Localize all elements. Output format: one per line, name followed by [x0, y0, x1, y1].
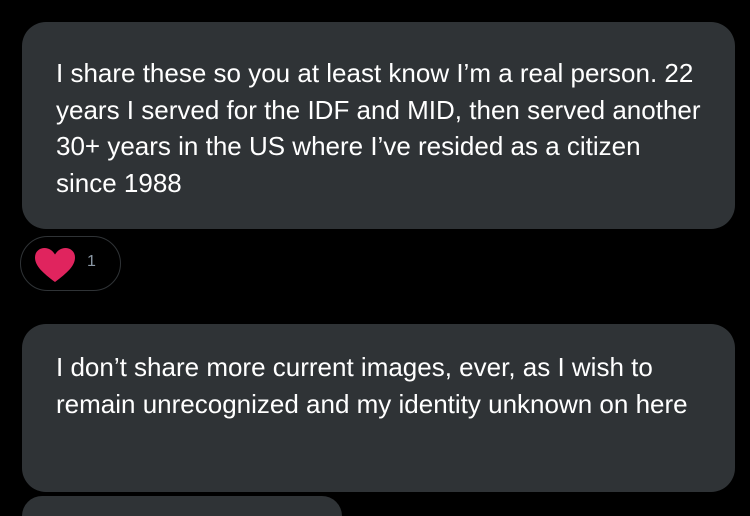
- reaction-count: 1: [87, 253, 96, 270]
- message-bubble[interactable]: I share these so you at least know I’m a…: [22, 22, 735, 229]
- message-bubble[interactable]: I don’t share more current images, ever,…: [22, 324, 735, 492]
- reaction-button[interactable]: 1: [20, 236, 121, 291]
- heart-icon: [35, 248, 75, 282]
- message-text: I don’t share more current images, ever,…: [56, 352, 688, 419]
- message-text: I share these so you at least know I’m a…: [56, 58, 701, 198]
- message-bubble-partial: [22, 496, 342, 516]
